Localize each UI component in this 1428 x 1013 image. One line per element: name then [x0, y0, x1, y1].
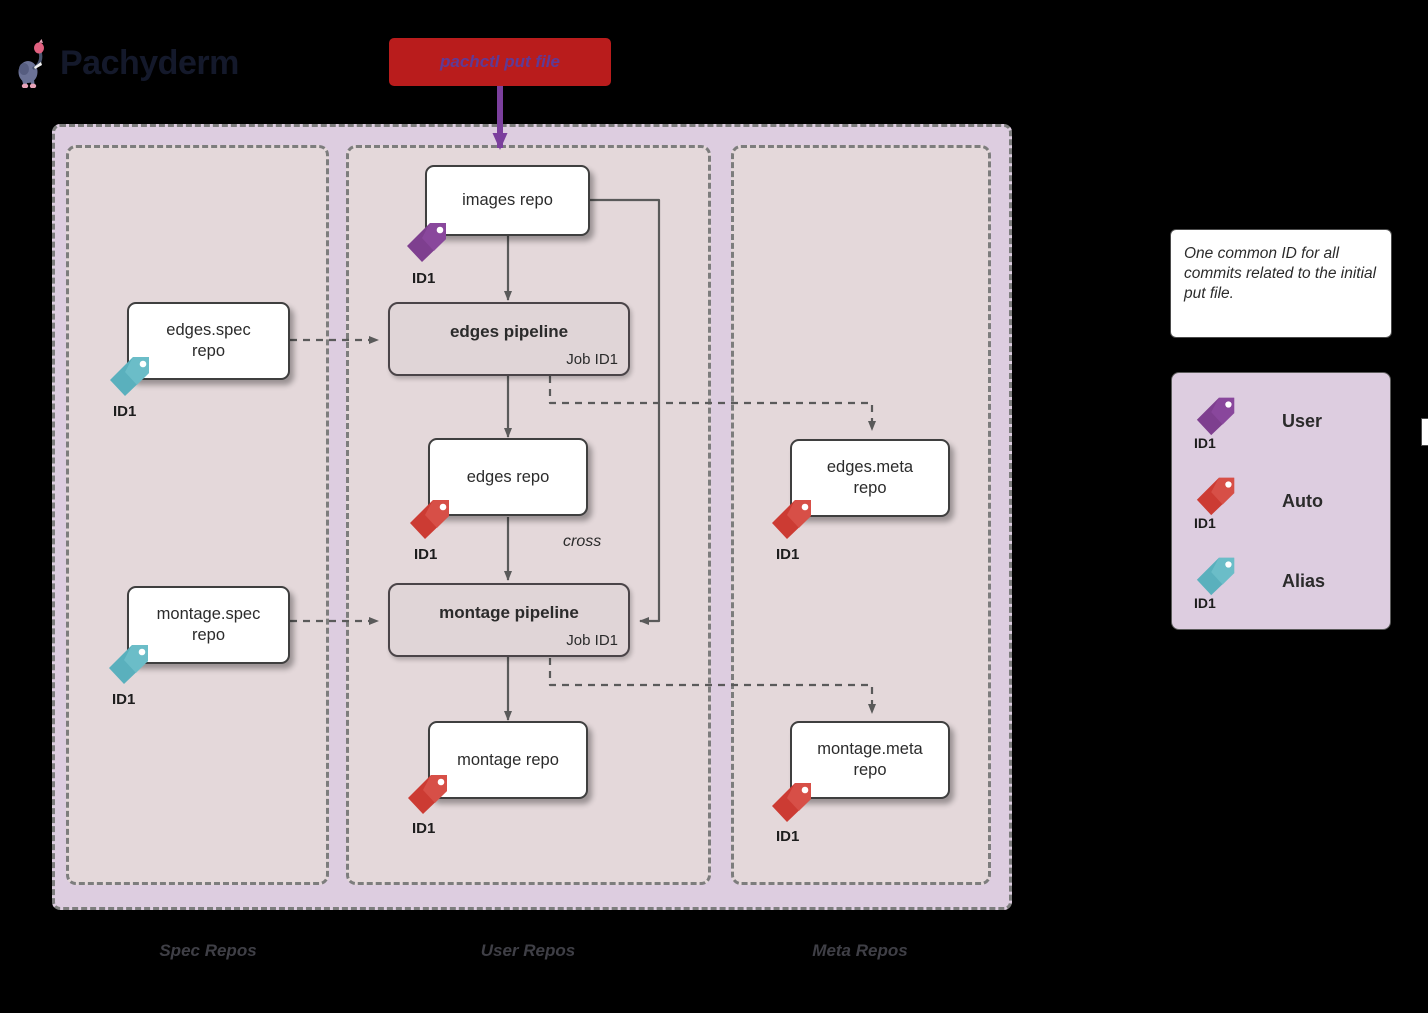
legend-user-id: ID1 [1194, 435, 1216, 451]
pachyderm-elephant-logo-icon [18, 38, 52, 89]
tag-icon-alias-montage-spec-repo [106, 640, 152, 686]
caption-meta-repos: Meta Repos [812, 941, 908, 960]
pachctl-put-file-command-box: pachctl put file [389, 38, 611, 86]
node-edges-pipeline[interactable]: edges pipeline Job ID1 [388, 302, 630, 376]
spec-repos-column [66, 145, 329, 885]
note-card-text: One common ID for all commits related to… [1184, 245, 1377, 303]
clipped-offscreen-card [1421, 418, 1428, 446]
caption-user-repos: User Repos [480, 941, 576, 960]
node-montage-spec-repo-label: montage.spec repo [156, 605, 261, 644]
node-montage-repo-label: montage repo [457, 750, 559, 769]
pachctl-put-file-label: pachctl put file [440, 52, 560, 71]
tag-icon-auto-edges-meta-repo [769, 495, 815, 541]
tag-label-images-repo: ID1 [412, 270, 436, 287]
node-montage-meta-repo-label: montage.meta repo [817, 740, 923, 779]
node-montage-pipeline[interactable]: montage pipeline Job ID1 [388, 583, 630, 657]
tag-icon-auto-montage-repo [405, 770, 451, 816]
note-card: One common ID for all commits related to… [1170, 229, 1392, 338]
node-edges-spec-repo-label: edges.spec repo [166, 321, 251, 360]
node-edges-pipeline-title: edges pipeline [449, 322, 569, 341]
edge-label-cross: cross [563, 533, 602, 550]
tag-label-edges-meta-repo: ID1 [776, 546, 800, 563]
tag-label-montage-meta-repo: ID1 [776, 828, 800, 845]
node-montage-repo[interactable]: montage repo [428, 721, 588, 799]
node-images-repo-label: images repo [462, 191, 553, 210]
legend-item-alias: ID1 Alias [1172, 545, 1390, 625]
tag-icon-user-legend [1194, 393, 1238, 437]
tag-icon-alias-legend [1194, 553, 1238, 597]
brand-name: Pachyderm [60, 44, 239, 82]
legend-auto-name: Auto [1282, 491, 1323, 511]
legend-item-user: ID1 User [1172, 385, 1390, 465]
brand-logo: Pachyderm [18, 38, 239, 89]
tag-label-montage-spec-repo: ID1 [112, 691, 136, 708]
node-montage-pipeline-job: Job ID1 [566, 632, 618, 649]
caption-spec-repos: Spec Repos [159, 941, 257, 960]
legend-alias-name: Alias [1282, 571, 1326, 591]
tag-icon-auto-legend [1194, 473, 1238, 517]
node-edges-meta-repo-label: edges.meta repo [826, 458, 914, 497]
tag-label-edges-repo: ID1 [414, 546, 438, 563]
tag-icon-auto-montage-meta-repo [769, 778, 815, 824]
node-edges-pipeline-job: Job ID1 [566, 351, 618, 368]
node-montage-pipeline-title: montage pipeline [439, 603, 579, 622]
legend-item-auto: ID1 Auto [1172, 465, 1390, 545]
diagram-canvas: Pachyderm pachctl put file images repo I… [0, 0, 1428, 1013]
tag-label-edges-spec-repo: ID1 [113, 403, 137, 420]
legend-user-name: User [1282, 411, 1323, 431]
tag-icon-alias-edges-spec-repo [107, 352, 153, 398]
node-edges-repo-label: edges repo [466, 467, 550, 486]
legend-alias-id: ID1 [1194, 595, 1216, 611]
legend-panel: ID1 User ID1 Auto ID1 Alias [1171, 372, 1391, 630]
tag-label-montage-repo: ID1 [412, 820, 436, 837]
legend-auto-id: ID1 [1194, 515, 1216, 531]
tag-icon-user-images-repo [404, 218, 450, 264]
tag-icon-auto-edges-repo [407, 495, 453, 541]
